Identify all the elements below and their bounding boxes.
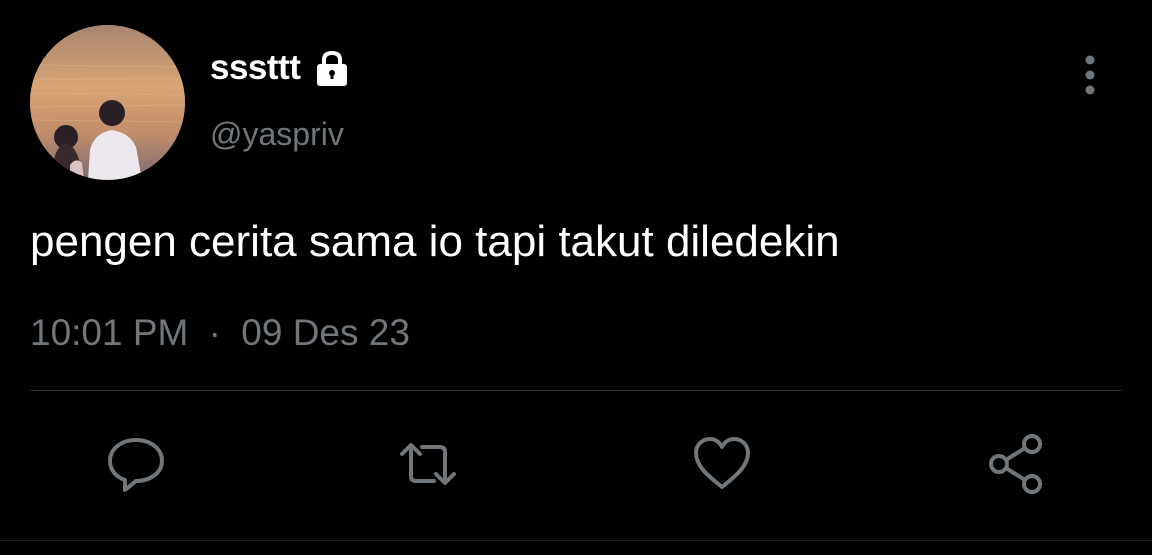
tweet-timestamp[interactable]: 10:01 PM · 09 Des 23 [30,310,410,356]
tweet-time: 10:01 PM [30,312,189,353]
user-handle[interactable]: @yaspriv [210,114,344,154]
divider [30,390,1122,391]
tweet-date: 09 Des 23 [241,312,410,353]
display-name-row: sssttt [210,46,352,90]
tweet-card: sssttt @yaspriv pengen cerita sama io ta… [0,0,1152,555]
avatar-image [30,25,185,180]
bottom-divider [0,540,1152,541]
more-vertical-icon[interactable] [1072,50,1108,100]
retweet-button[interactable] [396,432,460,496]
share-icon [989,434,1042,494]
lock-icon [312,48,352,88]
display-name[interactable]: sssttt [210,46,301,90]
reply-icon [108,438,164,492]
reply-button[interactable] [104,432,168,496]
tweet-text: pengen cerita sama io tapi takut diledek… [30,217,840,266]
avatar[interactable] [30,25,185,180]
like-button[interactable] [690,432,754,496]
retweet-icon [400,443,456,485]
heart-icon [694,437,750,489]
meta-separator: · [208,312,221,353]
share-button[interactable] [984,432,1048,496]
